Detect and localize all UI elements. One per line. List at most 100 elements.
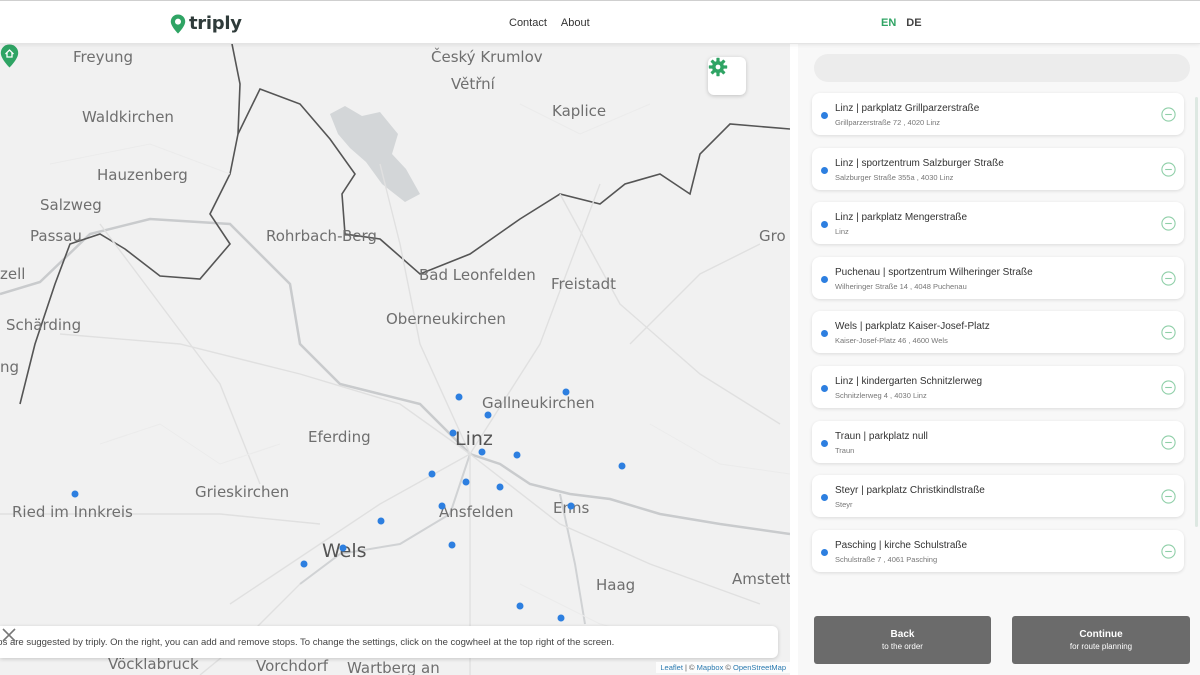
map-stop-marker[interactable] [618,462,626,470]
map-stop-marker[interactable] [478,448,486,456]
close-icon[interactable] [0,626,18,644]
map-stop-marker[interactable] [455,393,463,401]
stop-dot-icon [821,166,828,174]
language-switcher: EN DE [881,17,922,29]
route-map[interactable]: Freyung Český Krumlov Větřní Waldkirchen… [0,44,790,675]
map-label-gallneukirchen: Gallneukirchen [482,394,595,412]
map-label-grieskirchen: Grieskirchen [195,483,290,501]
nav-about-link[interactable]: About [561,17,590,29]
stop-dot-icon [821,548,828,556]
map-stop-marker[interactable] [484,411,492,419]
remove-stop-icon[interactable] [1161,489,1176,504]
stop-address: Linz [835,227,849,237]
stop-dot-icon [821,494,828,502]
stop-list-item[interactable]: Linz | parkplatz Mengerstraße Linz [812,202,1184,245]
stop-list-item[interactable]: Linz | parkplatz Grillparzerstraße Grill… [812,93,1184,135]
map-stop-marker[interactable] [462,478,470,486]
map-label-ansfelden: Ansfelden [439,503,514,521]
stop-list-item[interactable]: Linz | sportzentrum Salzburger Straße Sa… [812,147,1184,190]
triply-logo[interactable]: triply [170,13,242,34]
back-button[interactable]: Back to the order [814,616,991,664]
stop-title: Linz | sportzentrum Salzburger Straße [835,157,1004,169]
stop-list-item[interactable]: Linz | kindergarten Schnitzlerweg Schnit… [812,365,1184,408]
map-label-freyung: Freyung [73,48,134,66]
map-stop-marker[interactable] [438,502,446,510]
origin-pin-icon[interactable] [0,44,19,68]
leaflet-link[interactable]: Leaflet [660,663,683,672]
map-label-waldkirchen: Waldkirchen [82,108,174,126]
map-label-rohrbach-berg: Rohrbach-Berg [266,227,377,245]
stops-panel: Linz | parkplatz Grillparzerstraße Grill… [798,44,1200,675]
map-label-linz: Linz [455,428,493,450]
stop-dot-icon [821,275,828,283]
continue-button[interactable]: Continue for route planning [1012,616,1190,664]
map-label-salzweg: Salzweg [40,196,102,214]
map-label-eferding: Eferding [308,428,371,446]
language-en-option[interactable]: EN [881,17,896,29]
map-label-amstett: Amstett [732,570,790,588]
map-stop-marker[interactable] [557,614,565,622]
map-stop-marker[interactable] [567,502,575,510]
app-window: triply Contact About EN DE Freyung Český… [0,0,1200,675]
back-button-sublabel: to the order [882,642,923,651]
stop-dot-icon [821,330,828,338]
stop-list-item[interactable]: Pasching | kirche Schulstraße Schulstraß… [812,529,1184,572]
attribution-separator: © [723,663,734,672]
map-stop-marker[interactable] [377,517,385,525]
map-label-vorchdorf: Vorchdorf [256,657,329,675]
stop-address: Traun [835,445,855,455]
remove-stop-icon[interactable] [1161,107,1176,122]
map-settings-button[interactable] [708,57,746,95]
map-stop-marker[interactable] [448,541,456,549]
mapbox-link[interactable]: Mapbox [697,663,724,672]
stop-list-item[interactable]: Puchenau | sportzentrum Wilheringer Stra… [812,256,1184,299]
map-stop-marker[interactable] [496,483,504,491]
map-label-haag: Haag [596,576,636,594]
map-stop-marker[interactable] [513,451,521,459]
map-stop-marker[interactable] [339,544,347,552]
continue-button-label: Continue [1079,629,1123,640]
stop-title: Pasching | kirche Schulstraße [835,539,968,551]
remove-stop-icon[interactable] [1161,161,1176,177]
stop-title: Steyr | parkplatz Christkindlstraße [835,485,985,497]
map-label-freistadt: Freistadt [551,275,617,293]
map-label-wartberg: Wartberg an [347,659,440,675]
stop-list-item[interactable]: Steyr | parkplatz Christkindlstraße Stey… [812,475,1184,518]
remove-stop-icon[interactable] [1161,271,1176,286]
map-stop-marker[interactable] [71,490,79,498]
map-stop-marker[interactable] [428,470,436,478]
map-label-ried-im-innkreis: Ried im Innkreis [12,503,133,521]
language-de-option[interactable]: DE [906,17,921,29]
remove-stop-icon[interactable] [1161,434,1176,450]
map-stop-marker[interactable] [516,602,524,610]
remove-stop-icon[interactable] [1161,380,1176,395]
nav-contact-link[interactable]: Contact [509,17,547,29]
map-stop-marker[interactable] [562,388,570,396]
map-label-kaplice: Kaplice [552,102,607,120]
map-label-bad-leonfelden: Bad Leonfelden [419,266,536,284]
stop-list-item[interactable]: Wels | parkplatz Kaiser-Josef-Platz Kais… [812,311,1184,354]
stop-search-input[interactable] [814,54,1190,82]
stop-address: Grillparzerstraße 72 , 4020 Linz [835,118,941,127]
stop-address: Kaiser-Josef-Platz 46 , 4600 Wels [835,336,948,346]
gear-icon [708,57,728,77]
stops-list: Linz | parkplatz Grillparzerstraße Grill… [812,93,1184,584]
location-pin-logo-icon [170,14,186,33]
remove-stop-icon[interactable] [1161,325,1176,341]
attribution-separator: | © [682,663,697,672]
openstreetmap-link[interactable]: OpenStreetMap [733,663,786,672]
stop-title: Wels | parkplatz Kaiser-Josef-Platz [835,321,990,333]
map-attribution: Leaflet | © Mapbox © OpenStreetMap [656,662,790,673]
list-scrollbar[interactable] [1195,97,1198,527]
stop-title: Linz | parkplatz Grillparzerstraße [835,103,980,114]
back-button-label: Back [890,629,915,640]
map-label-passau: Passau [30,227,82,245]
remove-stop-icon[interactable] [1161,544,1176,559]
remove-stop-icon[interactable] [1161,216,1176,231]
map-stop-marker[interactable] [300,560,308,568]
stop-title: Puchenau | sportzentrum Wilheringer Stra… [835,266,1033,278]
stop-list-item[interactable]: Traun | parkplatz null Traun [812,420,1184,463]
stop-title: Linz | kindergarten Schnitzlerweg [835,375,983,387]
map-label-cesky-krumlov: Český Krumlov [431,48,543,66]
map-stop-marker[interactable] [449,429,457,437]
